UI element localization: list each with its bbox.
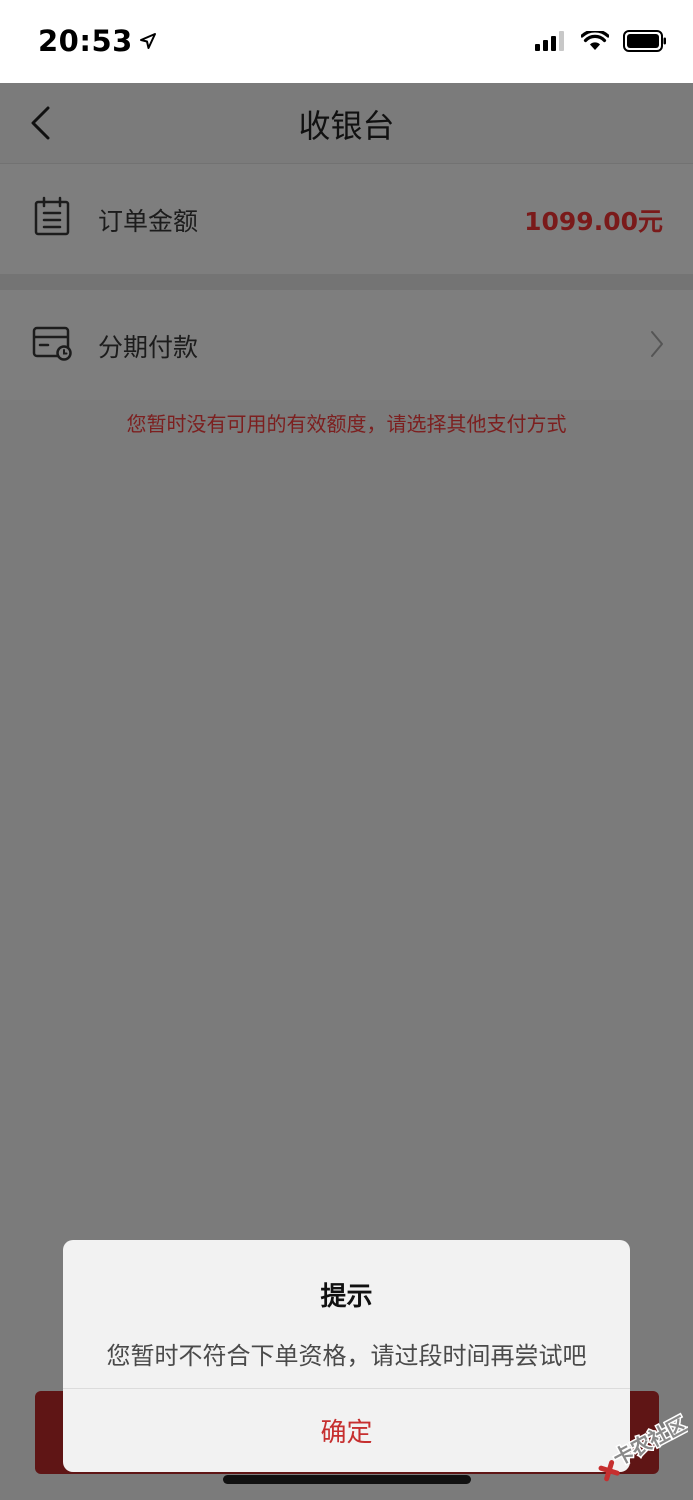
watermark-logo: 卡农社区 卡农社区: [598, 1410, 688, 1482]
dialog-title: 提示: [320, 1282, 373, 1312]
order-amount-label: 订单金额: [98, 207, 199, 236]
order-amount-value: 1099.00元: [524, 207, 663, 236]
status-bar: 20:53: [0, 0, 693, 83]
card-clock-icon: [32, 326, 72, 361]
status-indicators: [535, 30, 667, 52]
location-arrow-icon: [139, 33, 156, 49]
nav-bar: 收银台: [0, 83, 693, 164]
status-time-group: 20:53: [38, 24, 157, 58]
svg-text:卡农社区: 卡农社区: [609, 1412, 688, 1471]
installment-label: 分期付款: [98, 333, 199, 362]
alert-dialog: 提示 您暂时不符合下单资格，请过段时间再尝试吧 确定: [63, 1240, 630, 1472]
dialog-message: 您暂时不符合下单资格，请过段时间再尝试吧: [106, 1342, 587, 1370]
credit-notice: 您暂时没有可用的有效额度，请选择其他支付方式: [126, 412, 567, 436]
page-title: 收银台: [298, 107, 395, 145]
section-divider: [0, 274, 693, 290]
status-time: 20:53: [38, 24, 133, 58]
order-amount-row: 订单金额 1099.00元: [0, 164, 693, 274]
wifi-icon: [581, 31, 609, 50]
confirm-button[interactable]: 确定: [63, 1389, 630, 1472]
chevron-right-icon: [651, 331, 663, 357]
installment-payment-row[interactable]: 分期付款: [0, 290, 693, 400]
home-indicator: [223, 1475, 471, 1484]
clipboard-icon: [34, 196, 70, 236]
cellular-signal-icon: [535, 31, 564, 51]
battery-icon: [623, 30, 666, 52]
